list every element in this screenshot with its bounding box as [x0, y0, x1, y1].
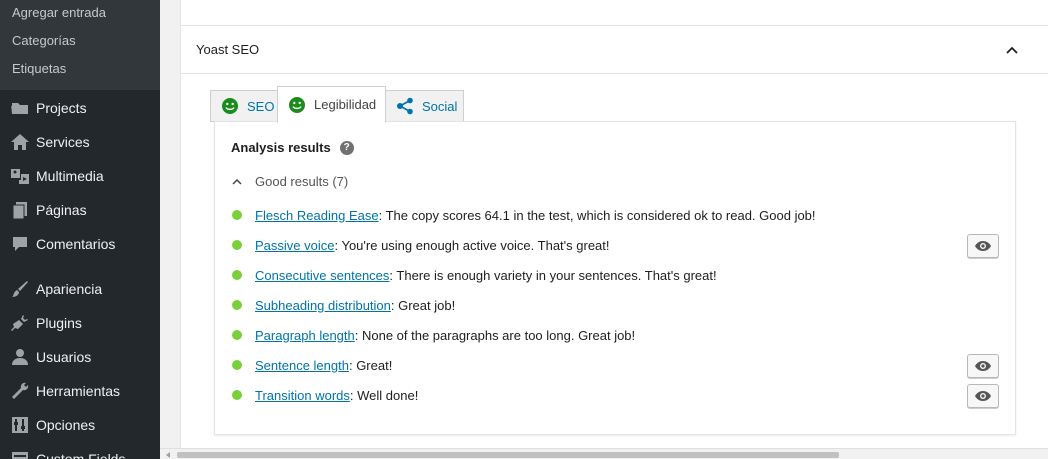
result-link[interactable]: Sentence length	[255, 358, 349, 373]
result-item: Sentence length : Great!	[232, 355, 392, 375]
submenu-item-tags[interactable]: Etiquetas	[12, 60, 66, 78]
help-icon[interactable]: ?	[339, 140, 354, 155]
sidebar-item-projects[interactable]: Projects	[0, 91, 160, 125]
smiley-icon	[289, 96, 305, 113]
sidebar-item-label: Usuarios	[36, 349, 92, 365]
tab-seo[interactable]: SEO	[210, 90, 278, 122]
scroll-left-arrow-icon[interactable]	[166, 452, 170, 458]
result-text: : None of the paragraphs are too long. G…	[354, 327, 636, 343]
yoast-panel-header[interactable]: Yoast SEO	[181, 26, 1048, 74]
scrollbar-thumb[interactable]	[177, 452, 839, 458]
sidebar-item-pages[interactable]: Páginas	[0, 193, 160, 227]
result-text: : Great!	[348, 357, 393, 373]
smiley-icon	[222, 98, 238, 114]
sidebar-item-label: Páginas	[36, 202, 87, 218]
sidebar-item-plugins[interactable]: Plugins	[0, 306, 160, 340]
tab-label: Legibilidad	[314, 97, 377, 112]
good-bullet-icon	[232, 360, 242, 370]
good-bullet-icon	[232, 210, 242, 220]
good-results-label: Good results (7)	[255, 174, 349, 189]
submenu-item-add-post[interactable]: Agregar entrada	[12, 4, 106, 22]
good-bullet-icon	[232, 240, 242, 250]
result-link[interactable]: Transition words	[255, 388, 350, 403]
result-item: Flesch Reading Ease : The copy scores 64…	[232, 205, 816, 225]
sidebar-item-label: Plugins	[36, 315, 82, 331]
result-text: : There is enough variety in your senten…	[389, 267, 717, 283]
wrench-icon	[0, 381, 36, 401]
tab-label: SEO	[247, 98, 275, 114]
sidebar-item-appearance[interactable]: Apariencia	[0, 272, 160, 306]
sidebar-item-label: Comentarios	[36, 236, 116, 252]
result-text: : Great job!	[390, 297, 456, 313]
result-item: Passive voice : You're using enough acti…	[232, 235, 610, 255]
sidebar-item-label: Projects	[36, 100, 87, 116]
admin-sidebar: Agregar entrada Categorías Etiquetas Pro…	[0, 0, 160, 459]
highlight-passive-voice-button[interactable]	[967, 234, 999, 258]
result-link[interactable]: Consecutive sentences	[255, 268, 389, 283]
result-link[interactable]: Paragraph length	[255, 328, 355, 343]
result-link[interactable]: Subheading distribution	[255, 298, 391, 313]
panel-title: Yoast SEO	[196, 42, 260, 57]
good-bullet-icon	[232, 390, 242, 400]
home-icon	[0, 132, 36, 152]
result-item: Consecutive sentences : There is enough …	[232, 265, 717, 285]
highlight-sentence-length-button[interactable]	[967, 354, 999, 378]
plugin-icon	[0, 313, 36, 333]
user-icon	[0, 347, 36, 367]
sidebar-item-label: Multimedia	[36, 168, 104, 184]
analysis-heading: Analysis results ?	[231, 140, 354, 155]
comment-icon	[0, 234, 36, 254]
chevron-up-icon	[232, 178, 242, 185]
sidebar-item-label: Custom Fields	[36, 451, 126, 459]
main-content: Yoast SEO SEO Legibilidad Social Analysi…	[160, 0, 1048, 459]
good-bullet-icon	[232, 270, 242, 280]
sidebar-item-custom-fields[interactable]: Custom Fields	[0, 442, 160, 459]
paintbrush-icon	[0, 279, 36, 299]
sidebar-item-comments[interactable]: Comentarios	[0, 227, 160, 261]
posts-submenu: Agregar entrada Categorías Etiquetas	[0, 0, 160, 90]
chevron-up-icon[interactable]	[1004, 42, 1020, 58]
eye-icon	[975, 361, 991, 371]
eye-icon	[975, 391, 991, 401]
tab-social[interactable]: Social	[385, 90, 464, 122]
result-text: : Well done!	[349, 387, 419, 403]
folder-icon	[0, 98, 36, 118]
sidebar-item-services[interactable]: Services	[0, 125, 160, 159]
custom-fields-icon	[0, 449, 36, 459]
good-bullet-icon	[232, 330, 242, 340]
pages-icon	[0, 200, 36, 220]
settings-icon	[0, 415, 36, 435]
tab-label: Social	[422, 98, 458, 114]
result-text: : You're using enough active voice. That…	[334, 237, 610, 253]
result-link[interactable]: Flesch Reading Ease	[255, 208, 379, 223]
horizontal-scrollbar[interactable]	[160, 448, 1048, 459]
submenu-item-categories[interactable]: Categorías	[12, 32, 76, 50]
yoast-metabox: Yoast SEO SEO Legibilidad Social Analysi…	[180, 0, 1048, 448]
media-icon	[0, 166, 36, 186]
analysis-box: Analysis results ? Good results (7) Fles…	[214, 121, 1016, 435]
share-icon	[397, 97, 413, 115]
result-link[interactable]: Passive voice	[255, 238, 334, 253]
sidebar-item-multimedia[interactable]: Multimedia	[0, 159, 160, 193]
good-bullet-icon	[232, 300, 242, 310]
result-item: Paragraph length : None of the paragraph…	[232, 325, 635, 345]
result-item: Subheading distribution : Great job!	[232, 295, 455, 315]
analysis-heading-text: Analysis results	[231, 140, 331, 155]
result-text: : The copy scores 64.1 in the test, whic…	[378, 207, 816, 223]
sidebar-item-label: Apariencia	[36, 281, 103, 297]
sidebar-item-settings[interactable]: Opciones	[0, 408, 160, 442]
tab-legibilidad[interactable]: Legibilidad	[277, 86, 386, 123]
sidebar-item-tools[interactable]: Herramientas	[0, 374, 160, 408]
previous-metabox-edge	[181, 0, 1048, 26]
result-item: Transition words : Well done!	[232, 385, 418, 405]
eye-icon	[975, 241, 991, 251]
sidebar-item-label: Herramientas	[36, 383, 121, 399]
sidebar-item-label: Services	[36, 134, 90, 150]
good-results-toggle[interactable]: Good results (7)	[231, 174, 348, 189]
highlight-transition-words-button[interactable]	[967, 384, 999, 408]
sidebar-item-users[interactable]: Usuarios	[0, 340, 160, 374]
sidebar-item-label: Opciones	[36, 417, 96, 433]
